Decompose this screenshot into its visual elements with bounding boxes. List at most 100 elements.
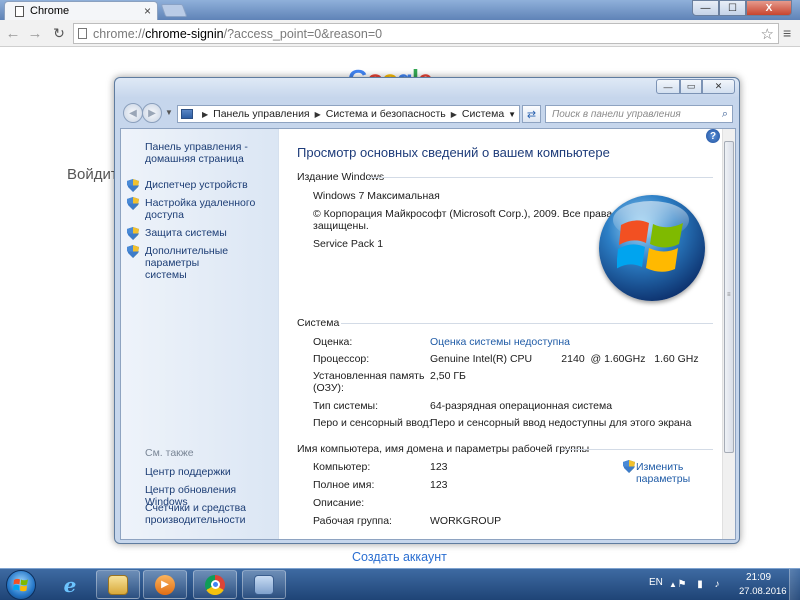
search-icon[interactable]: ⌕	[722, 108, 728, 121]
full-name-value: 123	[430, 479, 448, 491]
task-link-remote-settings[interactable]: Настройка удаленного доступа	[145, 197, 255, 221]
system-type-label: Тип системы:	[313, 400, 378, 412]
minimize-button[interactable]: —	[656, 79, 680, 94]
breadcrumb-item-security[interactable]: Система и безопасность	[326, 108, 446, 120]
shield-icon	[127, 227, 139, 240]
see-also-performance[interactable]: Счетчики и средства производительности	[145, 502, 246, 526]
system-content: Панель управления - домашняя страница Ди…	[120, 128, 736, 540]
link-line: Панель управления -	[145, 141, 248, 153]
link-line: домашняя страница	[145, 153, 244, 165]
clock-date[interactable]: 27.08.2016	[739, 586, 787, 597]
link-line: Защита системы	[145, 227, 227, 239]
start-button[interactable]	[6, 570, 36, 600]
history-dropdown-icon[interactable]: ▼	[165, 108, 173, 117]
close-button[interactable]: X	[746, 0, 792, 16]
shield-icon	[127, 245, 139, 258]
forward-arrow-icon[interactable]: ▶	[142, 103, 162, 123]
explorer-taskbar-button[interactable]	[96, 570, 140, 599]
change-settings-link-2[interactable]: параметры	[636, 473, 690, 485]
new-tab-button[interactable]	[160, 4, 188, 17]
change-settings-link[interactable]: Изменить	[636, 461, 683, 473]
task-link-advanced-settings[interactable]: Дополнительные параметры системы	[145, 245, 278, 281]
copyright-line: защищены.	[313, 220, 369, 232]
page-icon	[78, 28, 87, 39]
url-scheme: chrome://	[93, 26, 146, 41]
create-account-link[interactable]: Создать аккаунт	[352, 550, 447, 564]
refresh-icon[interactable]: ⇄	[522, 105, 541, 123]
breadcrumb-separator-icon[interactable]: ▶	[315, 110, 321, 119]
chrome-icon	[205, 574, 225, 595]
see-also-action-center[interactable]: Центр поддержки	[145, 466, 231, 478]
breadcrumb-separator-icon[interactable]: ▶	[451, 110, 457, 119]
internet-explorer-icon: e	[63, 572, 77, 597]
task-link-device-manager[interactable]: Диспетчер устройств	[145, 179, 248, 191]
section-divider	[341, 323, 713, 324]
chrome-tabstrip: Chrome × — ☐ X	[0, 0, 800, 20]
page-icon	[15, 5, 24, 17]
edition-name: Windows 7 Максимальная	[313, 190, 440, 202]
computer-name-heading: Имя компьютера, имя домена и параметры р…	[297, 443, 590, 455]
network-icon[interactable]: ▮	[694, 578, 706, 590]
rating-link[interactable]: Оценка системы недоступна	[430, 336, 570, 348]
chevron-down-icon[interactable]: ▼	[508, 110, 516, 119]
browser-tab[interactable]: Chrome ×	[4, 1, 158, 20]
back-arrow-icon[interactable]: ◀	[123, 103, 143, 123]
link-line: системы	[145, 269, 187, 281]
workgroup-label: Рабочая группа:	[313, 515, 392, 527]
shield-icon	[127, 197, 139, 210]
scroll-thumb[interactable]: ≡	[724, 141, 734, 453]
bookmark-star-icon[interactable]: ☆	[761, 25, 774, 43]
maximize-button[interactable]: ▭	[680, 79, 702, 94]
menu-icon[interactable]: ≡	[783, 26, 795, 40]
scrollbar[interactable]: ≡	[722, 129, 735, 539]
address-bar[interactable]: chrome://chrome-signin/?access_point=0&r…	[73, 23, 779, 44]
internet-explorer-taskbar-button[interactable]: e	[48, 570, 92, 599]
clock-time[interactable]: 21:09	[746, 572, 771, 583]
breadcrumb-item-system[interactable]: Система	[462, 108, 504, 120]
action-center-flag-icon[interactable]: ⚑	[676, 578, 688, 590]
workgroup-value: WORKGROUP	[430, 515, 502, 527]
full-name-label: Полное имя:	[313, 479, 375, 491]
computer-label: Компьютер:	[313, 461, 371, 473]
link-line: Диспетчер устройств	[145, 179, 248, 191]
task-pane: Панель управления - домашняя страница Ди…	[121, 129, 279, 539]
tab-title: Chrome	[30, 5, 70, 17]
media-player-taskbar-button[interactable]: ▶	[143, 570, 187, 599]
show-desktop-button[interactable]	[789, 569, 800, 600]
pen-touch-label: Перо и сенсорный ввод:	[313, 417, 432, 429]
windows-flag-icon	[13, 578, 28, 591]
signin-heading: Войдит	[67, 166, 118, 183]
chrome-taskbar-button[interactable]	[193, 570, 237, 599]
forward-arrow-icon[interactable]: →	[26, 24, 44, 42]
task-link-system-protection[interactable]: Защита системы	[145, 227, 227, 239]
service-pack: Service Pack 1	[313, 238, 384, 250]
control-panel-icon	[254, 574, 274, 595]
breadcrumb-separator-icon[interactable]: ▶	[202, 110, 208, 119]
processor-label: Процессор:	[313, 353, 370, 365]
search-input[interactable]: Поиск в панели управления ⌕	[545, 105, 733, 123]
control-panel-home-link[interactable]: Панель управления - домашняя страница	[145, 141, 248, 165]
tab-close-icon[interactable]: ×	[144, 4, 151, 18]
rating-label: Оценка:	[313, 336, 353, 348]
memory-label: Установленная память	[313, 370, 425, 382]
system-heading: Система	[297, 317, 340, 329]
back-arrow-icon[interactable]: ←	[4, 24, 22, 42]
media-player-icon: ▶	[155, 574, 175, 595]
system-taskbar-button[interactable]	[242, 570, 286, 599]
explorer-navbar: ◀ ▶ ▼ ▶ Панель управления ▶ Система и бе…	[120, 100, 736, 126]
minimize-button[interactable]: —	[692, 0, 719, 16]
description-label: Описание:	[313, 497, 365, 509]
reload-icon[interactable]: ↻	[50, 24, 68, 42]
system-window-titlebar[interactable]: — ▭ ✕	[115, 78, 739, 98]
breadcrumb-item-control-panel[interactable]: Панель управления	[213, 108, 309, 120]
help-icon[interactable]: ?	[706, 129, 720, 143]
section-divider	[561, 449, 713, 450]
close-button[interactable]: ✕	[702, 79, 735, 94]
breadcrumb[interactable]: ▶ Панель управления ▶ Система и безопасн…	[177, 105, 520, 123]
volume-icon[interactable]: ♪	[711, 578, 723, 590]
system-window: — ▭ ✕ ◀ ▶ ▼ ▶ Панель управления ▶ Систем…	[114, 77, 740, 544]
search-placeholder: Поиск в панели управления	[552, 108, 681, 120]
see-also-heading: См. также	[145, 447, 194, 459]
maximize-button[interactable]: ☐	[719, 0, 746, 16]
language-indicator[interactable]: EN	[649, 577, 663, 588]
